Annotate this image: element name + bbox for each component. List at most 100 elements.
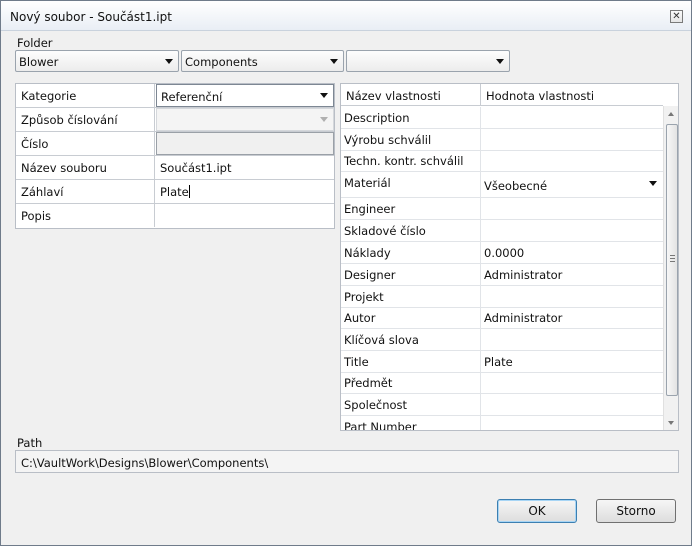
table-row[interactable]: Náklady 0.0000 (341, 242, 663, 264)
chevron-down-icon (320, 93, 328, 98)
row-file-name: Název souboru Součást1.ipt (16, 156, 334, 180)
property-value: Administrator (484, 311, 563, 325)
table-row[interactable]: Techn. kontr. schválil (341, 150, 663, 172)
vertical-scrollbar[interactable] (663, 106, 678, 430)
table-row[interactable]: Společnost (341, 394, 663, 416)
path-value: C:\VaultWork\Designs\Blower\Components\ (21, 456, 269, 470)
column-divider (480, 107, 481, 129)
property-name: Skladové číslo (344, 224, 426, 238)
table-row[interactable]: Výrobu schválil (341, 129, 663, 151)
numbering-scheme-select[interactable] (156, 108, 334, 131)
folder-label: Folder (17, 36, 53, 50)
category-select[interactable]: Referenční (156, 84, 334, 107)
table-row[interactable]: Předmět (341, 372, 663, 394)
folder-combo-1[interactable]: Blower (15, 50, 179, 72)
file-name-label: Název souboru (16, 156, 155, 179)
column-divider (480, 242, 481, 264)
path-label: Path (17, 436, 43, 450)
property-name: Předmět (344, 376, 393, 390)
description-label: Popis (16, 204, 155, 227)
table-row[interactable]: Autor Administrator (341, 307, 663, 329)
ok-button[interactable]: OK (497, 499, 577, 523)
column-divider (480, 264, 481, 286)
chevron-down-icon[interactable] (649, 181, 657, 186)
chevron-down-icon (330, 59, 338, 64)
property-value: Administrator (484, 268, 563, 282)
table-row[interactable]: Skladové číslo (341, 220, 663, 242)
column-header-property-value[interactable]: Hodnota vlastnosti (486, 89, 594, 103)
window-title: Nový soubor - Součást1.ipt (10, 10, 172, 24)
property-name: Výrobu schválil (344, 133, 432, 147)
column-divider (480, 307, 481, 329)
scroll-up-icon[interactable] (668, 112, 674, 116)
column-divider (480, 329, 481, 351)
folder-combo-2[interactable]: Components (181, 50, 344, 72)
chevron-down-icon (165, 59, 173, 64)
column-divider (480, 416, 481, 430)
table-row[interactable]: Title Plate (341, 351, 663, 373)
table-row[interactable]: Engineer (341, 198, 663, 220)
column-divider (480, 129, 481, 151)
chevron-down-icon (320, 117, 328, 122)
folder-combo-3[interactable] (346, 50, 510, 72)
column-divider (480, 220, 481, 242)
table-row[interactable]: Klíčová slova (341, 329, 663, 351)
cancel-button[interactable]: Storno (596, 499, 676, 523)
column-divider (480, 198, 481, 220)
table-row[interactable]: Projekt (341, 286, 663, 308)
text-caret (188, 185, 190, 198)
table-row[interactable]: Materiál Všeobecné (341, 172, 663, 198)
property-value: 0.0000 (484, 246, 525, 260)
column-divider[interactable] (480, 84, 481, 106)
property-name: Projekt (344, 290, 384, 304)
description-field[interactable] (156, 204, 334, 227)
row-title: Záhlaví Plate (16, 180, 334, 204)
iproperties-grid: Název vlastnosti Hodnota vlastnosti Desc… (340, 83, 679, 431)
column-header-property-name[interactable]: Název vlastnosti (346, 89, 441, 103)
property-name: Engineer (344, 202, 396, 216)
property-name: Náklady (344, 246, 391, 260)
row-description: Popis (16, 204, 334, 228)
folder-combo-2-value: Components (185, 55, 258, 69)
title-value: Plate (160, 185, 189, 199)
table-row[interactable]: Designer Administrator (341, 264, 663, 286)
property-name: Společnost (344, 398, 408, 412)
grid-header: Název vlastnosti Hodnota vlastnosti (341, 84, 663, 106)
property-name: Title (344, 355, 369, 369)
column-divider (480, 394, 481, 416)
column-divider (480, 150, 481, 172)
new-file-dialog: Nový soubor - Součást1.ipt ✕ Folder Blow… (0, 0, 692, 546)
title-bar: Nový soubor - Součást1.ipt ✕ (1, 1, 691, 31)
path-field: C:\VaultWork\Designs\Blower\Components\ (15, 450, 679, 473)
property-name: Autor (344, 311, 376, 325)
file-name-value: Součást1.ipt (160, 161, 232, 175)
column-divider (480, 372, 481, 394)
table-row[interactable]: Part Number (341, 416, 663, 431)
number-label: Číslo (16, 132, 155, 155)
scroll-down-icon[interactable] (668, 421, 674, 425)
close-icon[interactable]: ✕ (670, 10, 683, 23)
table-row[interactable]: Description (341, 107, 663, 129)
chevron-down-icon (496, 59, 504, 64)
property-name: Part Number (344, 420, 417, 431)
title-label: Záhlaví (16, 180, 155, 203)
column-divider (480, 286, 481, 308)
folder-combo-1-value: Blower (19, 55, 59, 69)
category-value: Referenční (161, 90, 223, 104)
property-value: Plate (484, 355, 513, 369)
property-name: Techn. kontr. schválil (344, 154, 464, 168)
row-number: Číslo (16, 132, 334, 156)
number-field[interactable] (156, 132, 334, 155)
column-divider (480, 351, 481, 373)
column-divider (480, 172, 481, 198)
file-properties-grid: Kategorie Referenční Způsob číslování Čí… (15, 83, 335, 229)
title-field[interactable]: Plate (156, 180, 334, 203)
scrollbar-thumb[interactable] (666, 124, 678, 396)
numbering-scheme-label: Způsob číslování (16, 108, 155, 131)
material-value[interactable]: Všeobecné (484, 179, 547, 193)
file-name-field[interactable]: Součást1.ipt (156, 156, 334, 179)
category-label: Kategorie (16, 84, 155, 107)
property-name: Designer (344, 268, 396, 282)
grip-icon (670, 255, 675, 262)
row-category: Kategorie Referenční (16, 84, 334, 108)
